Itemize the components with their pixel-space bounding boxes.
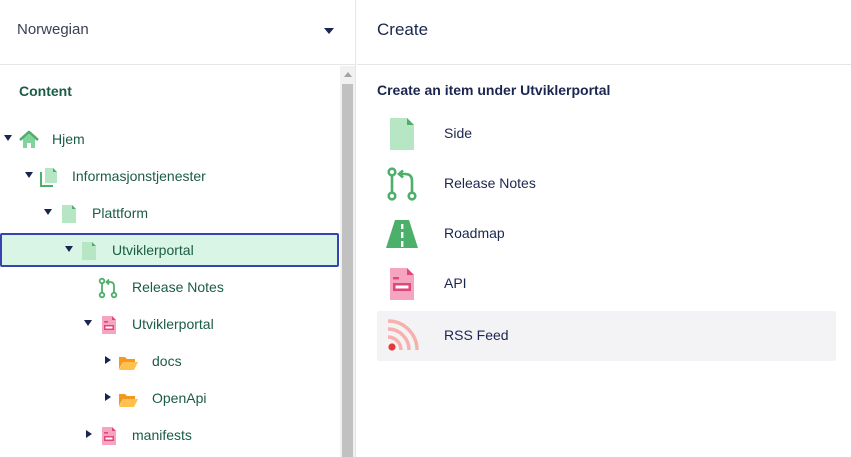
tree-item-label: manifests bbox=[132, 427, 192, 443]
tree-item-label: Informasjonstjenester bbox=[72, 168, 206, 184]
tree-item-manifests[interactable]: manifests bbox=[0, 418, 339, 452]
create-item-label: RSS Feed bbox=[444, 327, 509, 343]
api-document-icon bbox=[102, 316, 116, 334]
create-item-side[interactable]: Side bbox=[377, 109, 836, 159]
tree-item-plattform[interactable]: Plattform bbox=[0, 196, 339, 230]
create-item-label: API bbox=[444, 275, 467, 291]
chevron-down-icon[interactable] bbox=[324, 28, 334, 34]
tree-section-title: Content bbox=[19, 83, 72, 99]
road-icon bbox=[386, 220, 418, 248]
api-document-icon bbox=[390, 268, 414, 300]
create-item-roadmap[interactable]: Roadmap bbox=[377, 209, 836, 259]
expand-caret-icon[interactable] bbox=[65, 246, 73, 252]
create-header: Create bbox=[357, 0, 851, 65]
tree-item-label: Hjem bbox=[52, 131, 85, 147]
tree-item-release-notes[interactable]: Release Notes bbox=[0, 270, 339, 304]
create-item-api[interactable]: API bbox=[377, 259, 836, 309]
collapse-caret-icon[interactable] bbox=[105, 393, 111, 401]
create-item-label: Roadmap bbox=[444, 225, 505, 241]
rss-icon bbox=[387, 319, 419, 351]
create-pane: Create Create an item under Utviklerport… bbox=[357, 0, 851, 457]
collapse-caret-icon[interactable] bbox=[105, 356, 111, 364]
page-icon bbox=[390, 118, 414, 150]
release-notes-icon bbox=[98, 277, 118, 299]
tree-item-utviklerportal-selected[interactable]: Utviklerportal bbox=[0, 233, 339, 267]
content-tree: Content Hjem Informasjonstjenester Platt… bbox=[0, 66, 340, 457]
language-selector[interactable]: Norwegian bbox=[0, 0, 356, 65]
expand-caret-icon[interactable] bbox=[25, 172, 33, 178]
content-tree-pane: Norwegian Content Hjem Informasjonstjene… bbox=[0, 0, 356, 457]
expand-caret-icon[interactable] bbox=[84, 320, 92, 326]
create-heading: Create an item under Utviklerportal bbox=[377, 82, 611, 98]
expand-caret-icon[interactable] bbox=[4, 135, 12, 141]
document-icon bbox=[62, 205, 76, 223]
scroll-up-arrow-icon[interactable] bbox=[344, 72, 352, 77]
folder-open-icon bbox=[119, 357, 138, 370]
tree-item-label: Utviklerportal bbox=[112, 242, 194, 258]
create-item-release-notes[interactable]: Release Notes bbox=[377, 159, 836, 209]
tree-item-label: Utviklerportal bbox=[132, 316, 214, 332]
create-item-rss-feed[interactable]: RSS Feed bbox=[377, 311, 836, 361]
app-window: Norwegian Content Hjem Informasjonstjene… bbox=[0, 0, 851, 457]
tree-item-utviklerportal-api[interactable]: Utviklerportal bbox=[0, 307, 339, 341]
api-document-icon bbox=[102, 427, 116, 445]
documents-icon bbox=[40, 168, 57, 187]
tree-item-openapi[interactable]: OpenApi bbox=[0, 381, 339, 415]
tree-scrollbar[interactable] bbox=[340, 66, 355, 457]
tree-item-label: docs bbox=[152, 353, 182, 369]
page-title: Create bbox=[377, 20, 429, 39]
expand-caret-icon[interactable] bbox=[44, 209, 52, 215]
document-icon bbox=[82, 242, 96, 260]
home-icon bbox=[19, 130, 39, 148]
scrollbar-thumb[interactable] bbox=[342, 84, 353, 457]
tree-item-label: Plattform bbox=[92, 205, 149, 221]
tree-item-label: Release Notes bbox=[132, 279, 224, 295]
release-notes-icon bbox=[387, 167, 417, 201]
create-item-label: Release Notes bbox=[444, 175, 536, 191]
create-item-label: Side bbox=[444, 125, 473, 141]
tree-item-label: OpenApi bbox=[152, 390, 207, 406]
collapse-caret-icon[interactable] bbox=[86, 430, 92, 438]
tree-item-docs[interactable]: docs bbox=[0, 344, 339, 378]
tree-item-informasjonstjenester[interactable]: Informasjonstjenester bbox=[0, 159, 339, 193]
language-selected-label: Norwegian bbox=[17, 21, 89, 38]
folder-open-icon bbox=[119, 394, 138, 407]
tree-item-hjem[interactable]: Hjem bbox=[0, 122, 339, 156]
